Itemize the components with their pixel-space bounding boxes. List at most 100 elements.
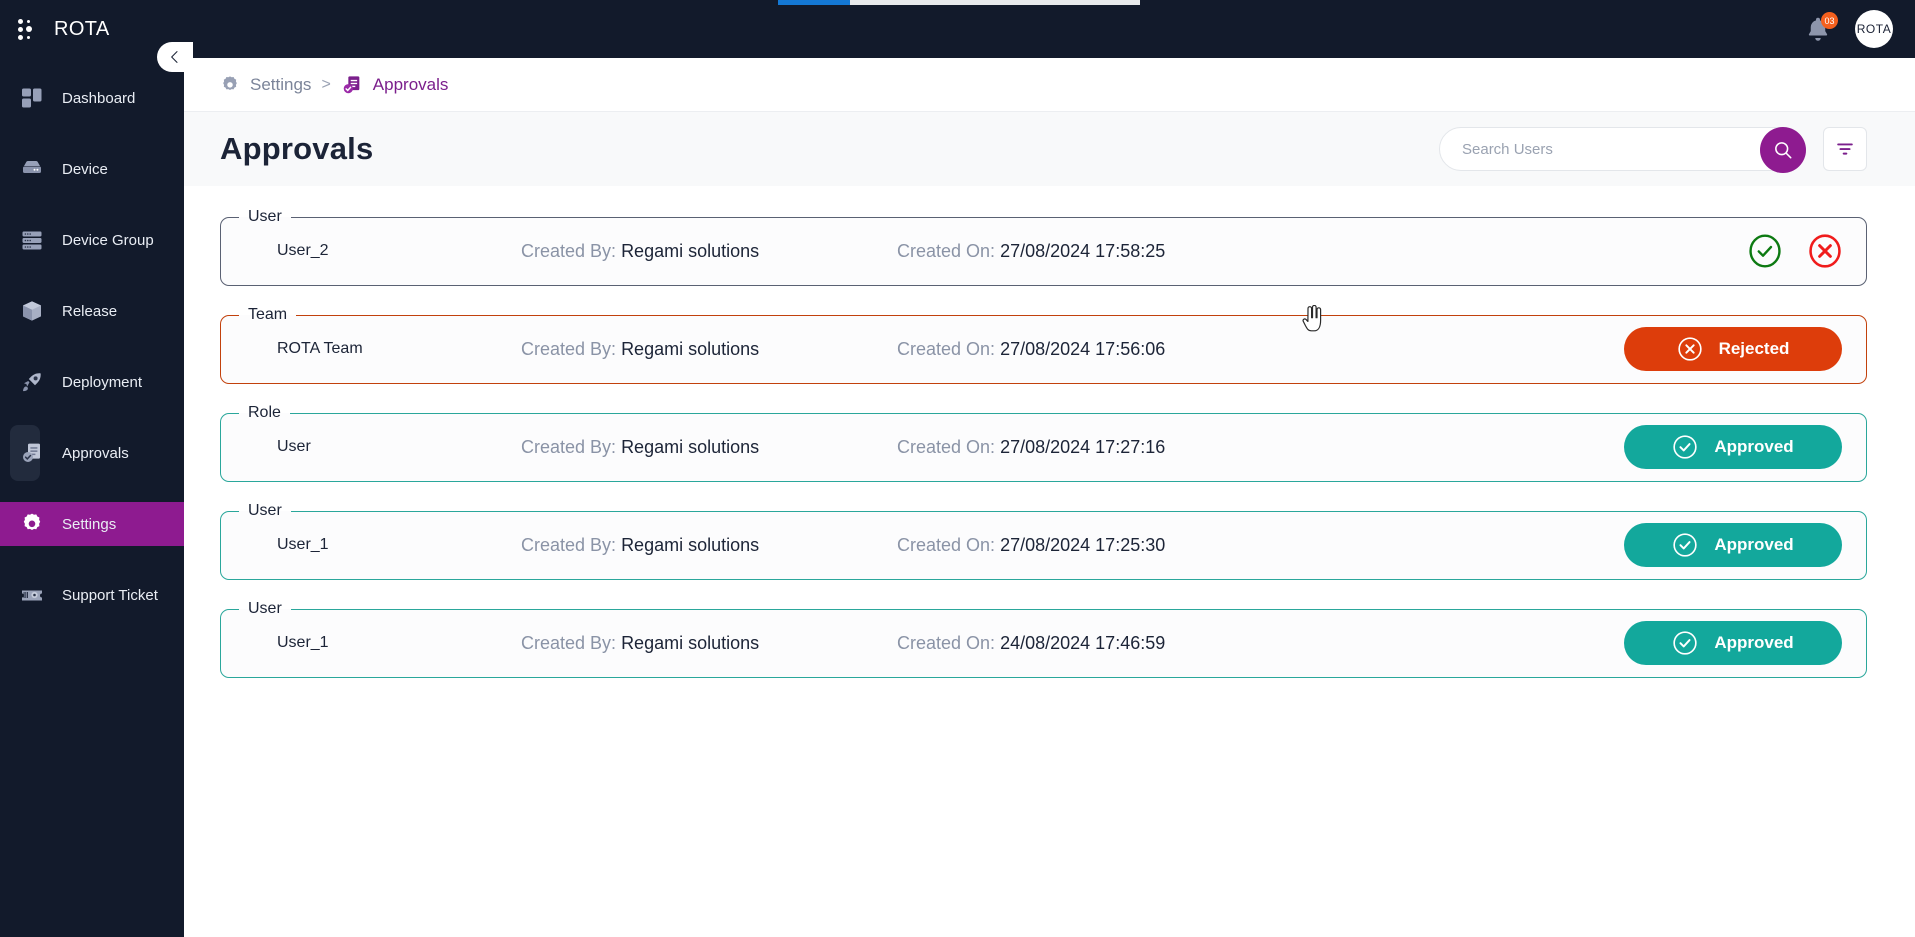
approval-row: ROTA Team Created By: Regami solutions C…: [221, 318, 1866, 380]
approval-card: User User_1 Created By: Regami solutions…: [220, 502, 1867, 580]
search-box[interactable]: [1439, 127, 1806, 173]
device-group-icon: [20, 228, 44, 252]
sidebar-item-label: Dashboard: [62, 89, 136, 107]
created-by-value: Regami solutions: [621, 436, 760, 457]
sidebar-item-deployment[interactable]: Deployment: [0, 360, 184, 404]
device-icon: [20, 157, 44, 181]
created-on-label: Created On:: [897, 632, 996, 653]
approval-row: User_1 Created By: Regami solutions Crea…: [221, 514, 1866, 576]
ticket-icon: [20, 583, 44, 607]
sidebar-item-label: Release: [62, 302, 118, 320]
created-by-label: Created By:: [521, 240, 617, 261]
created-on-label: Created On:: [897, 240, 996, 261]
sidebar-item-approvals[interactable]: Approvals: [0, 425, 184, 481]
approval-created-by: Created By: Regami solutions: [521, 339, 897, 360]
sidebar-item-label: Device Group: [62, 231, 154, 249]
brand-title: ROTA: [54, 17, 110, 40]
created-on-value: 27/08/2024 17:58:25: [1000, 240, 1166, 261]
created-by-value: Regami solutions: [621, 240, 760, 261]
approval-name: User_2: [277, 242, 329, 259]
approval-card: Role User Created By: Regami solutions C…: [220, 404, 1867, 482]
created-by-label: Created By:: [521, 632, 617, 653]
approval-row: User_2 Created By: Regami solutions Crea…: [221, 220, 1866, 282]
approval-actions: Approved: [1624, 523, 1842, 567]
approval-created-by: Created By: Regami solutions: [521, 241, 897, 262]
filter-icon: [1837, 143, 1853, 155]
status-badge-approved[interactable]: Approved: [1624, 425, 1842, 469]
approval-created-on: Created On: 27/08/2024 17:58:25: [897, 241, 1748, 262]
filter-button[interactable]: [1823, 127, 1867, 171]
breadcrumb: Settings > Approvals: [184, 58, 1915, 112]
approval-created-by: Created By: Regami solutions: [521, 633, 897, 654]
approval-created-on: Created On: 27/08/2024 17:56:06: [897, 339, 1624, 360]
sidebar: Dashboard Device Device Group Release De…: [0, 58, 184, 937]
status-label: Approved: [1714, 633, 1794, 652]
sidebar-item-label: Device: [62, 160, 108, 178]
approval-actions: Rejected: [1624, 327, 1842, 371]
approval-created-by: Created By: Regami solutions: [521, 437, 897, 458]
reject-circle-icon: [1677, 337, 1702, 361]
created-on-value: 24/08/2024 17:46:59: [1000, 632, 1166, 653]
sidebar-item-device-group[interactable]: Device Group: [0, 218, 184, 262]
status-badge-approved[interactable]: Approved: [1624, 621, 1842, 665]
breadcrumb-approvals[interactable]: Approvals: [341, 74, 449, 96]
approve-circle-icon: [1673, 533, 1697, 557]
created-by-label: Created By:: [521, 436, 617, 457]
created-by-value: Regami solutions: [621, 632, 760, 653]
content-header: Approvals: [184, 112, 1915, 186]
created-on-value: 27/08/2024 17:27:16: [1000, 436, 1166, 457]
created-by-label: Created By:: [521, 534, 617, 555]
sidebar-item-support-ticket[interactable]: Support Ticket: [0, 573, 184, 617]
reject-icon[interactable]: [1808, 234, 1842, 268]
approval-card: Team ROTA Team Created By: Regami soluti…: [220, 306, 1867, 384]
avatar[interactable]: ROTA: [1855, 10, 1893, 48]
approve-circle-icon: [1673, 435, 1697, 459]
approval-name: ROTA Team: [277, 340, 363, 357]
created-by-label: Created By:: [521, 338, 617, 359]
approval-name: User_1: [277, 634, 329, 651]
created-on-value: 27/08/2024 17:56:06: [1000, 338, 1166, 359]
breadcrumb-current-label: Approvals: [372, 74, 449, 94]
dots-grid-icon: [18, 16, 38, 42]
gear-icon: [223, 75, 237, 90]
search-input[interactable]: [1440, 140, 1740, 158]
approvals-icon: [20, 441, 44, 465]
created-by-value: Regami solutions: [621, 534, 760, 555]
dashboard-icon: [20, 86, 44, 110]
status-label: Approved: [1714, 535, 1794, 554]
created-on-label: Created On:: [897, 338, 996, 359]
approval-actions: Approved: [1624, 425, 1842, 469]
main-content: Settings > Approvals Approvals Search Us…: [184, 58, 1915, 937]
sidebar-item-release[interactable]: Release: [0, 289, 184, 333]
sidebar-item-device[interactable]: Device: [0, 147, 184, 191]
approve-icon[interactable]: [1748, 234, 1782, 268]
notification-badge: 03: [1821, 12, 1838, 29]
search-button[interactable]: [1760, 127, 1806, 173]
sidebar-item-label: Deployment: [62, 373, 143, 391]
sidebar-item-label: Approvals: [62, 444, 129, 462]
status-label: Rejected: [1718, 339, 1790, 358]
sidebar-item-settings[interactable]: Settings: [0, 502, 184, 546]
approval-list: User User_2 Created By: Regami solutions…: [184, 186, 1915, 678]
sidebar-item-dashboard[interactable]: Dashboard: [0, 76, 184, 120]
page-loading-bar: [778, 0, 1140, 5]
approval-created-on: Created On: 24/08/2024 17:46:59: [897, 633, 1624, 654]
notifications-button[interactable]: 03: [1803, 12, 1838, 45]
approval-created-on: Created On: 27/08/2024 17:27:16: [897, 437, 1624, 458]
approvals-doc-icon: [343, 75, 360, 93]
sidebar-item-label: Support Ticket: [62, 586, 158, 604]
approval-actions: Approved: [1624, 621, 1842, 665]
approve-circle-icon: [1673, 631, 1697, 655]
gear-icon: [20, 512, 44, 536]
approval-name: User_1: [277, 536, 329, 553]
approval-created-on: Created On: 27/08/2024 17:25:30: [897, 535, 1624, 556]
header-right: 03 ROTA: [1803, 0, 1893, 58]
sidebar-collapse-button[interactable]: [157, 42, 193, 72]
breadcrumb-settings[interactable]: Settings: [220, 75, 311, 95]
brand-block[interactable]: ROTA: [18, 0, 110, 58]
approval-name: User: [277, 438, 311, 455]
status-badge-rejected[interactable]: Rejected: [1624, 327, 1842, 371]
created-by-value: Regami solutions: [621, 338, 760, 359]
created-on-value: 27/08/2024 17:25:30: [1000, 534, 1166, 555]
status-badge-approved[interactable]: Approved: [1624, 523, 1842, 567]
